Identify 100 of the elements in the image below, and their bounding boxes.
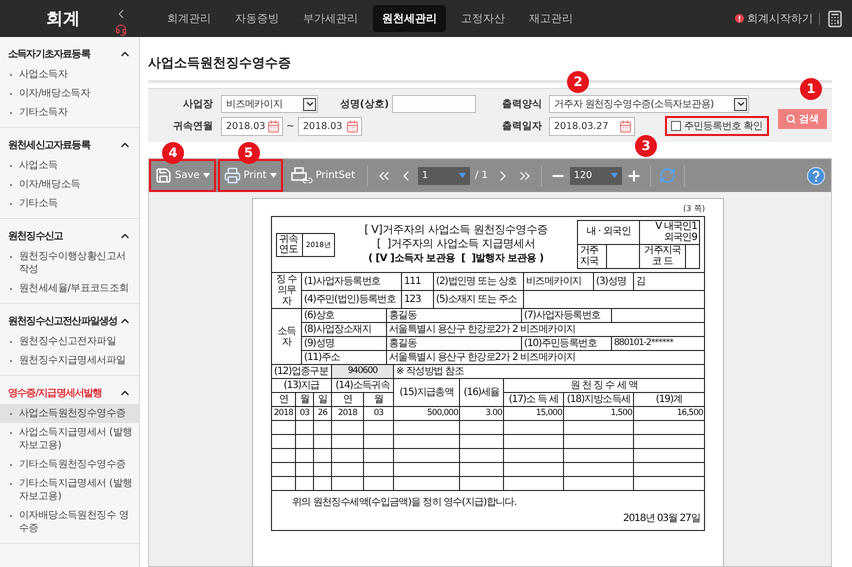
- sidebar-item[interactable]: 원천징수신고전자파일: [0, 332, 139, 351]
- date-field[interactable]: 2018.03: [221, 116, 283, 136]
- sidebar-section-title[interactable]: 원천세신고자료등록: [8, 138, 90, 152]
- printer-link-icon: [290, 166, 313, 184]
- table-cell: 26: [314, 406, 332, 420]
- help-icon[interactable]: [807, 166, 825, 184]
- column-header: (19)계: [634, 392, 704, 406]
- sidebar-item[interactable]: 사업소득자: [0, 65, 139, 84]
- table-cell: 1,500: [564, 406, 634, 420]
- nav-tab[interactable]: 자동증빙: [226, 5, 288, 32]
- calculator-icon[interactable]: [826, 10, 844, 28]
- number-badge: 1: [800, 78, 822, 100]
- field-label: 귀속연월: [172, 120, 213, 133]
- checkbox[interactable]: [671, 121, 681, 131]
- headset-icon[interactable]: [115, 24, 127, 36]
- sidebar-item[interactable]: 원천징수지급명세서파일: [0, 351, 139, 370]
- column-header: 연: [332, 392, 364, 406]
- sidebar-item[interactable]: 이자/배당소득자: [0, 84, 139, 103]
- range-separator: ~: [285, 120, 296, 132]
- number-badge: 2: [567, 71, 589, 93]
- statement-text: 위의 원천징수세액(수입금액)을 정히 영수(지급)합니다.: [292, 497, 518, 508]
- sidebar-item[interactable]: 사업소득: [0, 156, 139, 175]
- output-format-select[interactable]: 거주자 원천징수영수증(소득자보관용): [549, 95, 749, 113]
- page-total: / 1: [475, 170, 488, 181]
- form-value: 비즈메카이지: [524, 272, 594, 290]
- field-label: 출력일자: [501, 120, 542, 133]
- table-cell: 2018: [332, 406, 364, 420]
- form-label: (2)법인명 또는 상호: [434, 272, 524, 290]
- sidebar-item[interactable]: 사업소득원천징수영수증: [0, 404, 139, 423]
- number-badge: 5: [238, 142, 260, 164]
- column-header: 일: [314, 392, 332, 406]
- sidebar-item[interactable]: 기타소득원천징수영수증: [0, 455, 139, 474]
- sidebar-item[interactable]: 기타소득: [0, 194, 139, 213]
- column-header: (15)지급총액: [394, 378, 460, 406]
- form-label: (1)사업자등록번호: [302, 272, 402, 290]
- form-label: (10)주민등록번호: [522, 336, 612, 350]
- form-label: 징 수 의무자: [272, 272, 302, 308]
- table-cell: 2018: [272, 406, 296, 420]
- table-cell: 15,000: [504, 406, 564, 420]
- form-label: (4)주민(법인)등록번호: [302, 290, 402, 308]
- column-header: (17)소 득 세: [504, 392, 564, 406]
- form-value: 서울특별시 용산구 한강로2가 2 비즈메카이지: [386, 322, 704, 336]
- nav-tab[interactable]: 회계관리: [158, 5, 220, 32]
- table-cell: 3.00: [460, 406, 504, 420]
- nav-tab[interactable]: 부가세관리: [294, 5, 367, 32]
- sidebar-item[interactable]: 사업소득지급명세서 (발행자보고용): [0, 423, 139, 455]
- column-header: 원 천 징 수 세 액: [504, 378, 704, 392]
- date-field[interactable]: 2018.03.27: [549, 116, 635, 136]
- workplace-select[interactable]: 비즈메카이지: [221, 95, 318, 113]
- nav-tab[interactable]: 재고관리: [520, 5, 582, 32]
- column-header: (18)지방소득세: [564, 392, 634, 406]
- caret-icon: [459, 173, 466, 178]
- date-field[interactable]: 2018.03: [298, 116, 362, 136]
- sidebar-item[interactable]: 이자배당소득원천징수 영수증: [0, 506, 139, 538]
- sidebar-item[interactable]: 원천세세율/부표코드조회: [0, 279, 139, 298]
- checkbox-option[interactable]: 주민등록번호 확인: [665, 116, 769, 136]
- column-header: (16)세율: [460, 378, 504, 406]
- field-label: 사업장: [182, 98, 213, 111]
- form-value: 홍길동: [386, 308, 522, 322]
- column-header: 월: [296, 392, 314, 406]
- calendar-icon[interactable]: [346, 120, 359, 132]
- zoom-select[interactable]: 120: [570, 166, 622, 184]
- number-badge: 3: [635, 135, 657, 157]
- column-header: 월: [364, 392, 394, 406]
- form-value: 111: [402, 272, 434, 290]
- sidebar-item[interactable]: 이자/배당소득: [0, 175, 139, 194]
- sidebar-item[interactable]: 원천징수이행상황신고서 작성: [0, 247, 139, 279]
- sidebar-item[interactable]: 기타소득자: [0, 103, 139, 122]
- issue-date: 2018년 03월 27일: [622, 513, 700, 524]
- nav-tab[interactable]: 고정자산: [452, 5, 514, 32]
- form-value: 김: [634, 272, 704, 290]
- name-input[interactable]: [392, 95, 476, 113]
- form-value: 880101-2******: [612, 336, 704, 350]
- calendar-icon[interactable]: [267, 120, 280, 132]
- search-icon: [786, 114, 796, 124]
- sidebar-section-title[interactable]: 소득자기초자료등록: [8, 47, 90, 61]
- form-label: (6)상호: [302, 308, 386, 322]
- sidebar-section-title[interactable]: 원천징수신고: [8, 229, 63, 243]
- caret-icon: [270, 173, 277, 178]
- form-label: (9)성명: [302, 336, 386, 350]
- number-badge: 4: [162, 142, 184, 164]
- form-note: ※ 작성방법 참조: [394, 364, 704, 378]
- sidebar-section-title[interactable]: 원천징수신고전산파일생성: [8, 314, 118, 328]
- sidebar-item[interactable]: 기타소득지급명세서 (발행자보고용): [0, 474, 139, 506]
- form-label: (3)성명: [594, 272, 634, 290]
- form-title: [ ]거주자의 사업소득 지급명세서: [376, 238, 535, 250]
- form-label: (12)업종구분: [272, 364, 332, 378]
- app-title: 회계: [46, 8, 80, 30]
- nav-tab[interactable]: 원천세관리: [373, 5, 446, 32]
- form-value: 940600: [332, 364, 394, 378]
- field-label: 성명(상호): [338, 98, 389, 111]
- sidebar-section-title[interactable]: 영수증/지급명세서발행: [8, 386, 102, 400]
- start-link[interactable]: 회계시작하기: [735, 11, 813, 26]
- column-header: (13)지급: [272, 378, 332, 392]
- page-number-field[interactable]: 1: [418, 166, 470, 184]
- form-label: 거주지국: [578, 244, 606, 268]
- calendar-icon[interactable]: [619, 120, 632, 132]
- table-cell: 16,500: [634, 406, 704, 420]
- info-icon: [735, 14, 744, 23]
- caret-icon: [202, 173, 210, 178]
